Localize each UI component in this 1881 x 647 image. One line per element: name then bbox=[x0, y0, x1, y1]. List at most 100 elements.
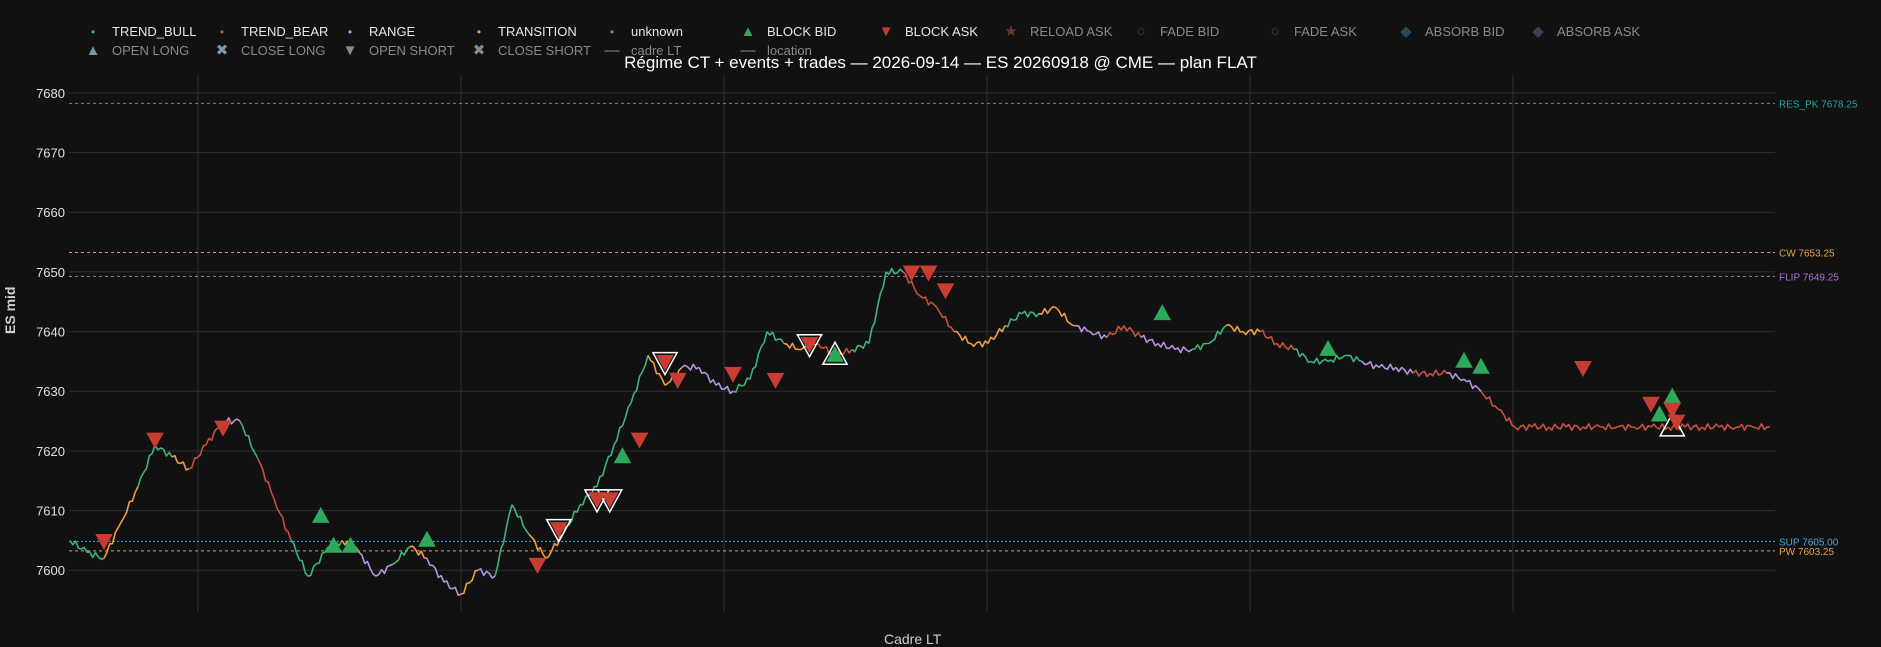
series-segment bbox=[460, 569, 479, 595]
series-segment bbox=[1684, 423, 1703, 432]
series-segment bbox=[1191, 342, 1209, 351]
legend-item[interactable]: • TREND_BEAR bbox=[211, 24, 329, 39]
circle-open-legend-icon: ○ bbox=[1270, 22, 1280, 40]
legend-label: FADE ASK bbox=[1294, 24, 1357, 39]
series-segment bbox=[494, 504, 513, 577]
series-segment bbox=[1378, 363, 1397, 371]
series-segment bbox=[919, 295, 938, 309]
series-segment bbox=[1259, 329, 1278, 346]
y-tick-label: 7630 bbox=[36, 384, 65, 399]
series-segment bbox=[987, 325, 1006, 344]
series-segment bbox=[1531, 423, 1550, 431]
diamond-legend-icon: ◆ bbox=[1400, 22, 1412, 40]
series-segment bbox=[1752, 423, 1771, 431]
series-segment bbox=[1599, 423, 1618, 431]
y-axis-title: ES mid bbox=[2, 286, 18, 334]
legend-item[interactable]: • TREND_BULL bbox=[82, 24, 197, 39]
price-series bbox=[69, 267, 1771, 597]
block-bid-marker bbox=[418, 530, 436, 547]
level-label: SUP 7605.00 bbox=[1779, 537, 1839, 548]
series-segment bbox=[783, 342, 802, 351]
y-tick-label: 7680 bbox=[36, 86, 65, 101]
series-segment bbox=[1021, 310, 1040, 318]
legend-item[interactable]: ◆ ABSORB BID bbox=[1395, 22, 1504, 40]
series-segment bbox=[1276, 341, 1295, 351]
block-ask-marker bbox=[936, 283, 955, 300]
legend-item[interactable]: ★ RELOAD ASK bbox=[1000, 24, 1113, 40]
series-segment bbox=[851, 340, 870, 353]
series-segment bbox=[290, 539, 309, 577]
grid bbox=[69, 75, 1775, 612]
block-ask-marker bbox=[95, 534, 113, 550]
y-tick-label: 7620 bbox=[36, 444, 65, 459]
block-bid-marker bbox=[311, 506, 330, 523]
legend-label: BLOCK ASK bbox=[905, 24, 978, 39]
series-segment bbox=[1004, 311, 1023, 328]
series-segment bbox=[256, 456, 275, 499]
block-ask-marker bbox=[668, 372, 687, 389]
series-segment bbox=[681, 363, 700, 371]
y-tick-labels: 7600 7610 7620 7630 7640 7650 7660 7670 7680 bbox=[36, 86, 65, 578]
series-segment bbox=[443, 580, 462, 597]
legend-label: ABSORB ASK bbox=[1557, 24, 1641, 39]
block-bid-marker bbox=[1663, 387, 1682, 404]
dot-legend-icon: • bbox=[476, 24, 482, 39]
legend-item[interactable]: ○ FADE BID bbox=[1130, 22, 1220, 40]
block-bid-marker bbox=[1472, 357, 1490, 374]
legend-item[interactable]: ▲ BLOCK BID bbox=[737, 22, 837, 40]
series-segment bbox=[1055, 307, 1074, 327]
series-segment bbox=[732, 377, 751, 394]
series-segment bbox=[511, 504, 530, 535]
series-segment bbox=[613, 402, 632, 446]
series-segment bbox=[1633, 423, 1652, 431]
level-label: CW 7653.25 bbox=[1779, 249, 1835, 260]
series-segment bbox=[69, 539, 88, 553]
legend-label: BLOCK BID bbox=[767, 24, 837, 39]
series-segment bbox=[1582, 423, 1601, 431]
block-ask-marker bbox=[724, 366, 742, 383]
series-segment bbox=[1497, 408, 1516, 428]
triangle-up-legend-icon: ▲ bbox=[740, 22, 756, 40]
series-segment bbox=[358, 551, 377, 577]
series-segment bbox=[698, 367, 717, 386]
legend-item[interactable]: • unknown bbox=[601, 24, 683, 39]
series-segment bbox=[528, 533, 547, 559]
series-segment bbox=[1157, 341, 1176, 350]
y-tick-label: 7650 bbox=[36, 265, 65, 280]
series-segment bbox=[1208, 325, 1227, 345]
series-segment bbox=[1429, 369, 1448, 377]
series-segment bbox=[970, 340, 989, 348]
series-segment bbox=[1395, 366, 1414, 375]
block-ask-marker bbox=[919, 265, 938, 282]
legend-label: FADE BID bbox=[1160, 24, 1220, 39]
diamond-legend-icon: ◆ bbox=[1532, 22, 1544, 40]
block-ask-marker bbox=[146, 432, 164, 449]
series-segment bbox=[409, 545, 428, 560]
legend-item[interactable]: ▼ BLOCK ASK bbox=[875, 24, 978, 40]
legend-item[interactable]: ◆ ABSORB ASK bbox=[1527, 22, 1641, 40]
legend-item[interactable]: ○ FADE ASK bbox=[1264, 22, 1357, 40]
series-segment bbox=[171, 454, 190, 471]
block-bid-marker bbox=[1455, 351, 1473, 368]
chart-svg[interactable]: RES_PK 7678.25 CW 7653.25 FLIP 7649.25 PW 7… bbox=[0, 0, 1881, 642]
legend-label: RANGE bbox=[369, 24, 416, 39]
series-segment bbox=[1616, 423, 1635, 432]
block-bid-marker bbox=[1319, 339, 1337, 356]
block-ask-marker bbox=[1667, 414, 1686, 431]
series-segment bbox=[1174, 345, 1193, 354]
series-segment bbox=[1548, 422, 1567, 431]
series-segment bbox=[239, 420, 258, 458]
series-segment bbox=[953, 330, 972, 345]
legend-label: TREND_BEAR bbox=[241, 24, 329, 39]
dot-legend-icon: • bbox=[609, 24, 615, 39]
legend-label: TRANSITION bbox=[498, 24, 577, 39]
legend-item[interactable]: • TRANSITION bbox=[468, 24, 577, 39]
legend-item[interactable]: • RANGE bbox=[339, 24, 415, 39]
block-bid-marker bbox=[1153, 304, 1172, 321]
block-ask-marker bbox=[1574, 360, 1592, 377]
circle-open-legend-icon: ○ bbox=[1136, 22, 1146, 40]
legend-label: RELOAD ASK bbox=[1030, 24, 1113, 39]
series-segment bbox=[273, 498, 292, 541]
series-segment bbox=[630, 355, 649, 404]
level-lines: RES_PK 7678.25 CW 7653.25 FLIP 7649.25 PW 7… bbox=[69, 99, 1858, 558]
